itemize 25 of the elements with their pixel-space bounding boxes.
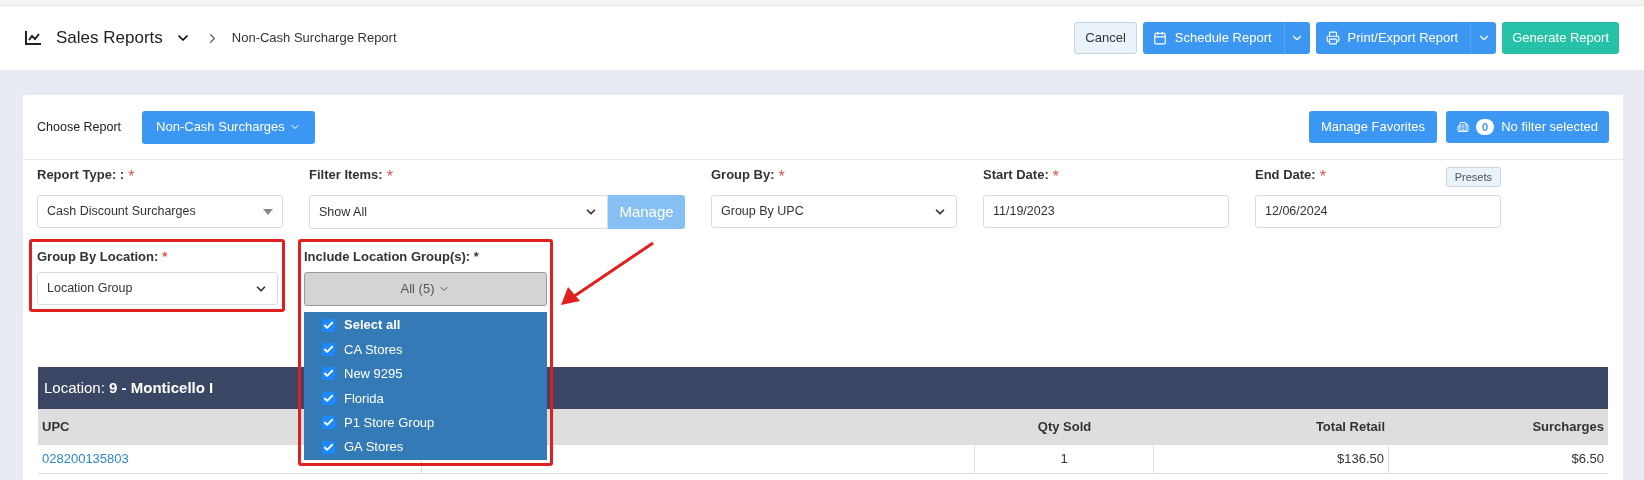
required-asterisk: *: [1052, 167, 1059, 187]
column-header: UPC: [42, 418, 70, 437]
field-label: Include Location Group(s): *: [304, 247, 480, 266]
breadcrumb-item: Non-Cash Surcharge Report: [231, 29, 397, 48]
field-label: Start Date:: [983, 166, 1049, 184]
field-label: Group By:: [711, 166, 775, 184]
filter-count-badge: 0: [1476, 118, 1495, 136]
table-cell: 1: [975, 445, 1154, 473]
page-title: Sales Reports: [56, 27, 163, 50]
required-asterisk: *: [386, 167, 393, 187]
field-label: Report Type: :: [37, 166, 125, 184]
table-cell-text: $6.50: [1570, 450, 1605, 469]
column-header: Surcharges: [1531, 418, 1605, 437]
table-cell: $136.50: [1154, 445, 1389, 473]
required-asterisk: *: [778, 167, 785, 187]
required-asterisk: *: [128, 167, 135, 187]
choose-report-label: Choose Report: [37, 118, 122, 136]
field-label: Group By Location:: [37, 247, 159, 266]
required-asterisk: *: [162, 247, 168, 266]
field-label: Filter Items:: [309, 166, 383, 184]
column-header: Qty Sold: [1036, 418, 1093, 437]
location-title: Location: 9 - Monticello I: [44, 377, 214, 398]
column-header: Total Retail: [1314, 418, 1386, 437]
field-label: End Date:: [1255, 166, 1316, 184]
required-asterisk: *: [1319, 167, 1326, 187]
